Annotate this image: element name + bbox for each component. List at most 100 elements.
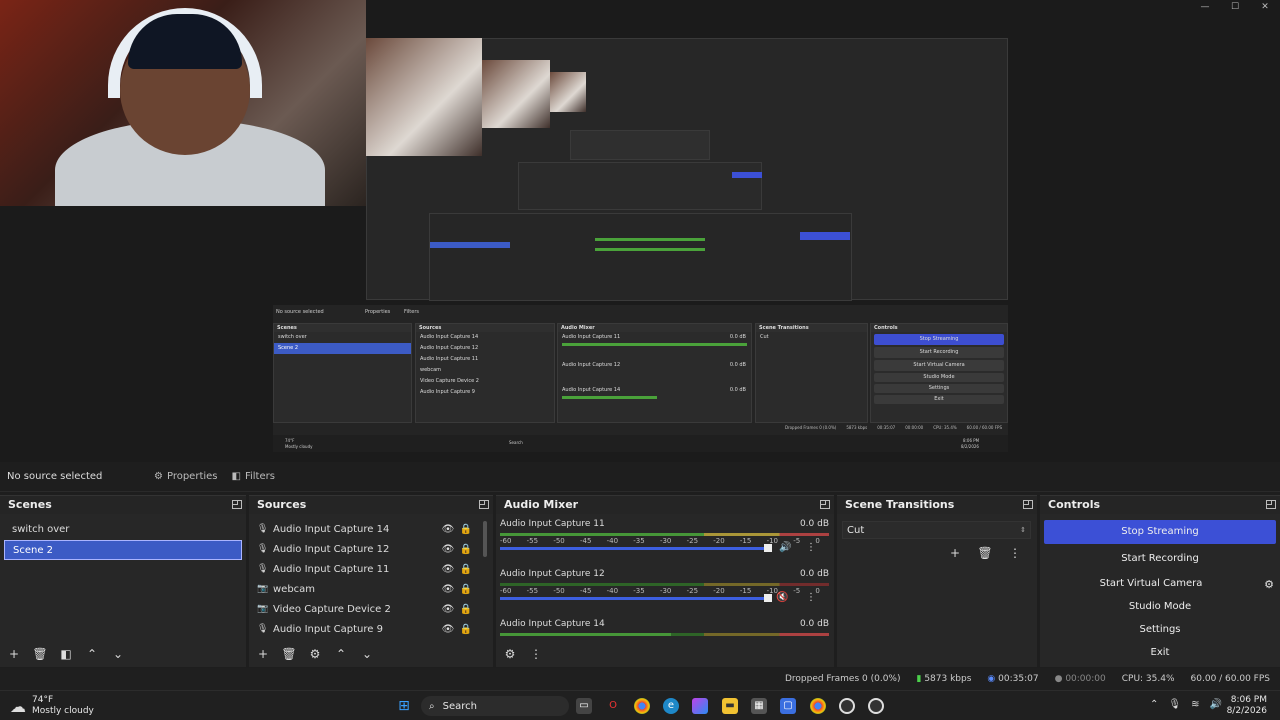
stop-streaming-button[interactable]: Stop Streaming bbox=[1044, 520, 1276, 544]
source-toolbar: No source selected ⚙ Properties ◧ Filter… bbox=[0, 462, 1280, 492]
microphone-icon: 🎙 bbox=[257, 544, 269, 554]
scene-item-selected[interactable]: Scene 2 bbox=[4, 540, 242, 560]
settings-icon[interactable]: ⚙ bbox=[500, 646, 520, 662]
chrome-icon[interactable] bbox=[634, 698, 650, 714]
settings-button[interactable]: Settings bbox=[1044, 619, 1276, 641]
lock-icon[interactable]: 🔒 bbox=[457, 604, 475, 615]
volume-icon[interactable]: 🔊 bbox=[1209, 699, 1221, 710]
lock-icon[interactable]: 🔒 bbox=[457, 584, 475, 595]
lock-icon[interactable]: 🔒 bbox=[457, 524, 475, 535]
opera-icon[interactable]: O bbox=[605, 698, 621, 714]
clock[interactable]: 8:06 PM 8/2/2026 bbox=[1225, 695, 1267, 717]
undock-icon[interactable] bbox=[820, 500, 830, 509]
meter-scale: -60 -55 -50 -45 -40 -35 -30 -25 -20 -15 -10 -5 0 bbox=[500, 587, 820, 595]
volume-slider[interactable] bbox=[500, 547, 772, 550]
trash-icon[interactable]: 🗑 bbox=[975, 545, 995, 561]
eye-icon[interactable]: 👁 bbox=[439, 524, 457, 535]
source-item[interactable]: 🎙 Audio Input Capture 12 👁 🔒 bbox=[249, 539, 475, 559]
inner-taskbar: 74°F Mostly cloudy Search 8:06 PM 8/2/20… bbox=[273, 435, 1008, 452]
selected-source-label: No source selected bbox=[7, 471, 103, 482]
close-button[interactable]: ✕ bbox=[1250, 0, 1280, 14]
eye-icon[interactable]: 👁 bbox=[439, 624, 457, 635]
start-recording-button[interactable]: Start Recording bbox=[1044, 548, 1276, 570]
task-view-icon[interactable]: ▭ bbox=[576, 698, 592, 714]
source-item[interactable]: 🎙 Audio Input Capture 11 👁 🔒 bbox=[249, 559, 475, 579]
inner-controls-panel: Controls Stop Streaming Start Recording … bbox=[870, 323, 1008, 423]
properties-button[interactable]: ⚙ Properties bbox=[147, 467, 225, 487]
inner-scenes-panel: Scenes switch over Scene 2 bbox=[273, 323, 412, 423]
move-up-icon[interactable]: ⌃ bbox=[331, 646, 351, 662]
obs-icon[interactable] bbox=[839, 698, 855, 714]
undock-icon[interactable] bbox=[232, 500, 242, 509]
lock-icon[interactable]: 🔒 bbox=[457, 544, 475, 555]
transition-select[interactable]: Cut ⇕ bbox=[842, 521, 1031, 539]
virtual-camera-settings-icon[interactable]: ⚙ bbox=[1258, 578, 1280, 591]
add-icon[interactable]: + bbox=[253, 646, 273, 662]
maximize-button[interactable]: ☐ bbox=[1220, 0, 1250, 14]
weather-widget[interactable]: ☁ 74°F Mostly cloudy bbox=[10, 695, 94, 717]
muted-speaker-icon[interactable]: 🔇 bbox=[776, 592, 788, 603]
source-item[interactable]: 📷 webcam 👁 🔒 bbox=[249, 579, 475, 599]
scenes-title: Scenes bbox=[0, 496, 246, 514]
filter-icon[interactable]: ◧ bbox=[56, 646, 76, 662]
add-icon[interactable]: + bbox=[945, 545, 965, 561]
cloud-icon: ☁ bbox=[10, 696, 26, 716]
chrome-icon[interactable] bbox=[810, 698, 826, 714]
studio-mode-button[interactable]: Studio Mode bbox=[1044, 596, 1276, 618]
trash-icon[interactable]: 🗑 bbox=[279, 646, 299, 662]
scenes-dock: Scenes switch over Scene 2 + 🗑 ◧ ⌃ ⌄ bbox=[0, 495, 246, 667]
system-tray: ⌃ 🎙 ≋ 🔊 bbox=[1150, 699, 1222, 710]
lock-icon[interactable]: 🔒 bbox=[457, 564, 475, 575]
eye-icon[interactable]: 👁 bbox=[439, 544, 457, 555]
source-item[interactable]: 🎙 Audio Input Capture 14 👁 🔒 bbox=[249, 519, 475, 539]
microphone-icon[interactable]: 🎙 bbox=[1168, 699, 1181, 710]
inner-transitions-panel: Scene Transitions Cut bbox=[755, 323, 868, 423]
more-icon[interactable]: ⋮ bbox=[806, 592, 816, 603]
eye-icon[interactable]: 👁 bbox=[439, 584, 457, 595]
lock-icon[interactable]: 🔒 bbox=[457, 624, 475, 635]
volume-slider[interactable] bbox=[500, 597, 772, 600]
eye-icon[interactable]: 👁 bbox=[439, 604, 457, 615]
obs-icon[interactable] bbox=[868, 698, 884, 714]
trash-icon[interactable]: 🗑 bbox=[30, 646, 50, 662]
volume-meter bbox=[500, 533, 829, 536]
camera-icon: 📷 bbox=[257, 604, 269, 614]
volume-slider-handle[interactable] bbox=[764, 544, 772, 552]
start-virtual-camera-button[interactable]: Start Virtual Camera bbox=[1044, 573, 1258, 595]
sources-scrollbar[interactable] bbox=[483, 521, 487, 557]
exit-button[interactable]: Exit bbox=[1044, 642, 1276, 664]
nested-webcam bbox=[366, 38, 482, 156]
speaker-icon[interactable]: 🔊 bbox=[779, 542, 791, 553]
more-icon[interactable]: ⋮ bbox=[806, 542, 816, 553]
undock-icon[interactable] bbox=[1023, 500, 1033, 509]
undock-icon[interactable] bbox=[1266, 500, 1276, 509]
wifi-icon[interactable]: ≋ bbox=[1191, 699, 1199, 710]
source-item[interactable]: 📷 Video Capture Device 2 👁 🔒 bbox=[249, 599, 475, 619]
source-item[interactable]: 🎙 Audio Input Capture 9 👁 🔒 bbox=[249, 619, 475, 639]
window-controls: — ☐ ✕ bbox=[1190, 0, 1280, 14]
microphone-icon: 🎙 bbox=[257, 624, 269, 634]
store-icon[interactable]: ▦ bbox=[751, 698, 767, 714]
eye-icon[interactable]: 👁 bbox=[439, 564, 457, 575]
volume-slider-handle[interactable] bbox=[764, 594, 772, 602]
undock-icon[interactable] bbox=[479, 500, 489, 509]
copilot-icon[interactable] bbox=[692, 698, 708, 714]
windows-start-icon[interactable]: ⊞ bbox=[396, 698, 412, 714]
filters-button[interactable]: ◧ Filters bbox=[225, 467, 282, 487]
taskbar-search[interactable]: ⌕ Search bbox=[421, 696, 569, 716]
move-down-icon[interactable]: ⌄ bbox=[108, 646, 128, 662]
file-explorer-icon[interactable]: ▬ bbox=[722, 698, 738, 714]
move-up-icon[interactable]: ⌃ bbox=[82, 646, 102, 662]
edge-icon[interactable]: e bbox=[663, 698, 679, 714]
chevron-up-icon[interactable]: ⌃ bbox=[1150, 699, 1158, 710]
more-icon[interactable]: ⋮ bbox=[1005, 545, 1025, 561]
scene-item[interactable]: switch over bbox=[4, 520, 242, 540]
nested-webcam bbox=[550, 72, 586, 112]
minimize-button[interactable]: — bbox=[1190, 0, 1220, 14]
gear-icon[interactable]: ⚙ bbox=[305, 646, 325, 662]
app-icon[interactable]: ▢ bbox=[780, 698, 796, 714]
move-down-icon[interactable]: ⌄ bbox=[357, 646, 377, 662]
add-icon[interactable]: + bbox=[4, 646, 24, 662]
inner-mixer-panel: Audio Mixer Audio Input Capture 11 0.0 dB… bbox=[557, 323, 752, 423]
more-icon[interactable]: ⋮ bbox=[526, 646, 546, 662]
